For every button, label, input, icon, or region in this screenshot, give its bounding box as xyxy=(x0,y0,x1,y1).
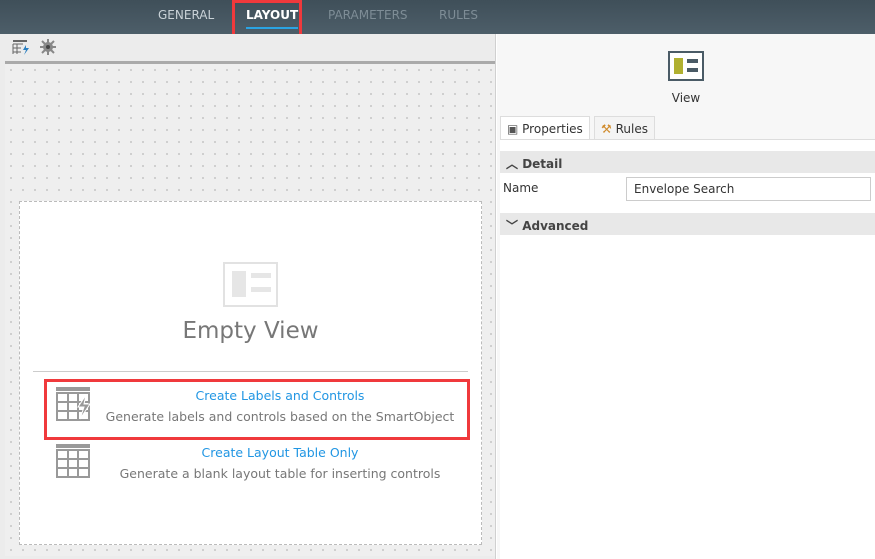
tab-rules-panel[interactable]: ⚒ Rules xyxy=(594,116,655,140)
create-layout-table-option[interactable]: Create Layout Table Only Generate a blan… xyxy=(50,439,470,493)
properties-panel: View ▣ Properties ⚒ Rules ︿ Detail Name … xyxy=(497,34,875,559)
empty-view-panel: Empty View Create Labels and Controls Ge… xyxy=(19,201,482,545)
top-nav: GENERAL LAYOUT PARAMETERS RULES xyxy=(0,0,875,34)
chevron-down-icon: ﹀ xyxy=(506,219,523,233)
table-icon xyxy=(56,444,90,478)
auto-generate-icon[interactable] xyxy=(12,38,30,56)
tab-general[interactable]: GENERAL xyxy=(158,8,214,22)
option-title: Create Layout Table Only xyxy=(201,445,359,460)
tab-label: Rules xyxy=(615,122,648,136)
properties-pane: ︿ Detail Name ﹀ Advanced xyxy=(500,139,875,559)
properties-icon: ▣ xyxy=(507,122,523,136)
tab-label: Properties xyxy=(522,122,583,136)
divider xyxy=(33,371,468,372)
empty-view-title: Empty View xyxy=(182,318,319,344)
view-label: View xyxy=(671,91,701,105)
design-canvas[interactable]: Empty View Create Labels and Controls Ge… xyxy=(5,61,495,556)
gear-icon[interactable] xyxy=(39,38,57,56)
section-title: Detail xyxy=(522,157,563,171)
chevron-up-icon: ︿ xyxy=(506,157,523,171)
highlight-box xyxy=(44,379,470,440)
highlight-box xyxy=(232,0,302,37)
gavel-icon: ⚒ xyxy=(601,122,616,136)
section-title: Advanced xyxy=(522,219,589,233)
tab-rules[interactable]: RULES xyxy=(439,8,478,22)
tab-properties[interactable]: ▣ Properties xyxy=(500,116,590,141)
tab-parameters[interactable]: PARAMETERS xyxy=(328,8,408,22)
name-input[interactable] xyxy=(626,177,871,201)
layout-panel: Empty View Create Labels and Controls Ge… xyxy=(0,34,496,559)
detail-section-header[interactable]: ︿ Detail xyxy=(500,151,875,173)
advanced-section-header[interactable]: ﹀ Advanced xyxy=(500,213,875,235)
view-type-icon xyxy=(668,51,704,81)
option-description: Generate a blank layout table for insert… xyxy=(119,466,441,481)
view-icon xyxy=(223,262,278,307)
name-label: Name xyxy=(503,181,539,195)
